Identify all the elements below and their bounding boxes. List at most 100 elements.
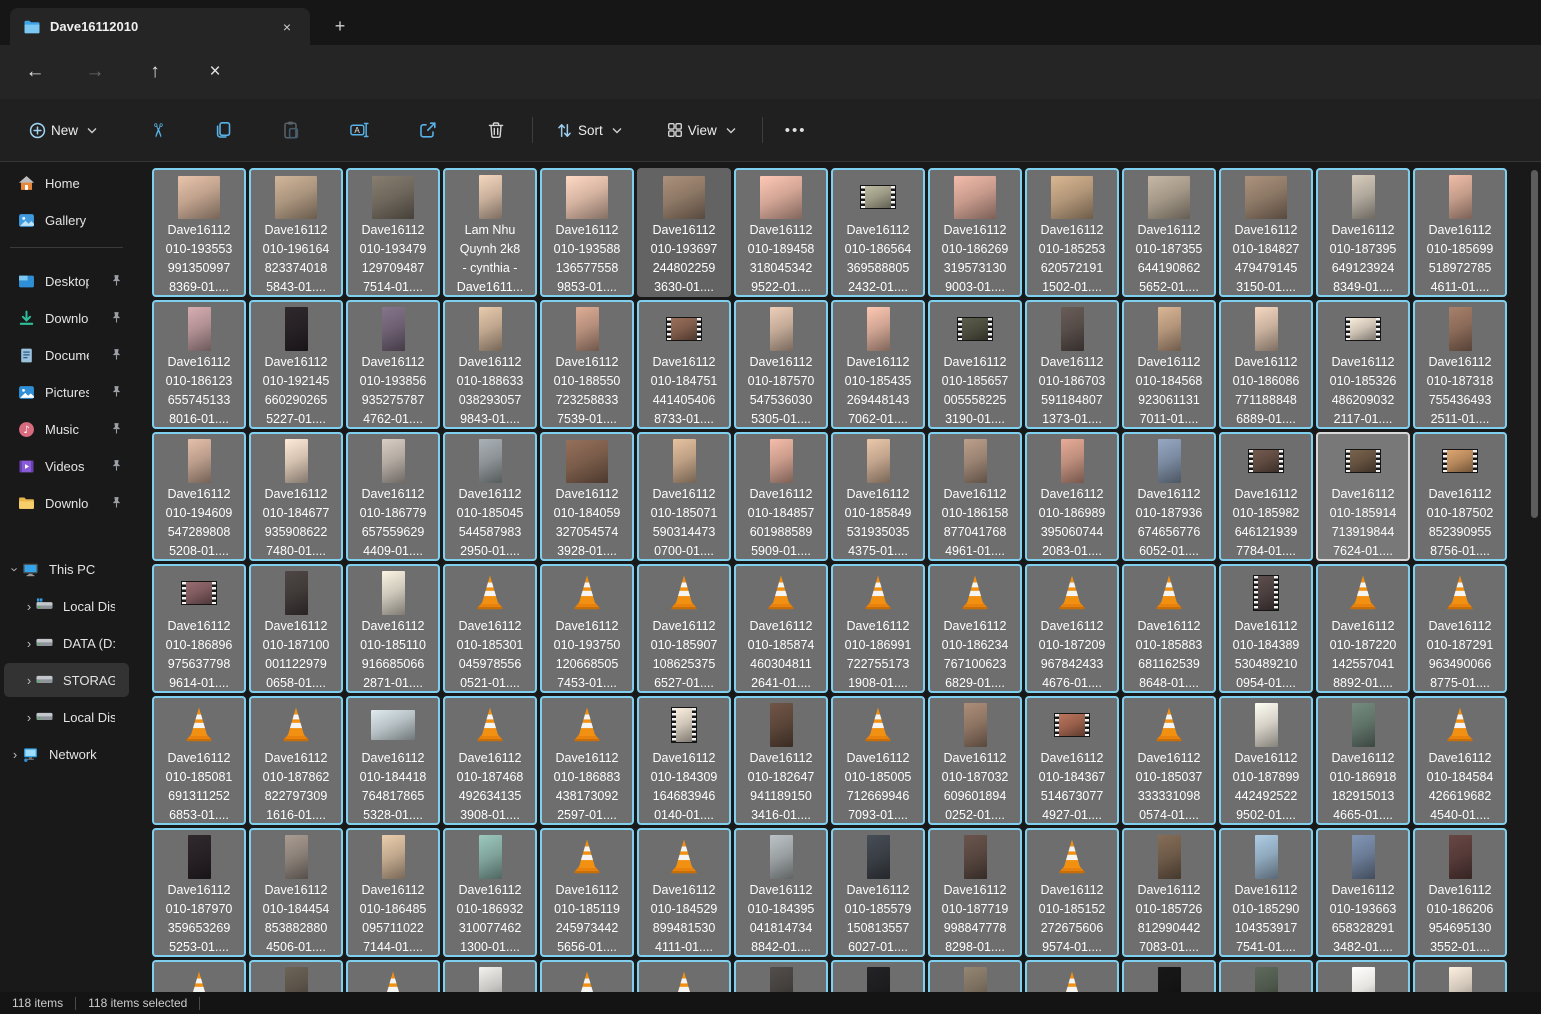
file-tile[interactable]: Dave16112 010-186234 767100623 6829-01.... xyxy=(928,564,1022,693)
forward-button[interactable]: → xyxy=(78,56,112,88)
file-tile[interactable]: Dave16112 010-185005 712669946 7093-01.... xyxy=(831,696,925,825)
view-button[interactable]: View xyxy=(656,111,746,149)
delete-button[interactable] xyxy=(476,111,516,149)
file-tile[interactable]: Dave16112 010-193856 935275787 4762-01.... xyxy=(346,300,440,429)
file-tile[interactable]: Dave16112 010-196164 823374018 5843-01.... xyxy=(249,168,343,297)
file-tile[interactable]: Dave16112 010-187100 001122979 0658-01.... xyxy=(249,564,343,693)
file-tile[interactable]: Dave16112 010-186883 438173092 2597-01.... xyxy=(540,696,634,825)
file-tile[interactable]: Dave16112 010-186206 954695130 3552-01.... xyxy=(1413,828,1507,957)
file-tile[interactable]: Dave16112 010-193588 136577558 9853-01.... xyxy=(540,168,634,297)
copy-button[interactable] xyxy=(203,111,243,149)
file-tile[interactable]: Dave16112 010-184857 601988589 5909-01.... xyxy=(734,432,828,561)
sidebar-item-gallery[interactable]: Gallery xyxy=(4,203,129,237)
file-tile[interactable]: Dave16112 010-187570 547536030 5305-01.... xyxy=(734,300,828,429)
file-tile[interactable]: Dave16112 010-185326 486209032 2117-01.... xyxy=(1316,300,1410,429)
chevron-down-icon[interactable]: › xyxy=(8,562,23,576)
file-tile[interactable]: Dave16112 010-185726 812990442 7083-01.... xyxy=(1122,828,1216,957)
file-tile[interactable]: Dave16112 010-184454 853882880 4506-01.... xyxy=(249,828,343,957)
file-tile[interactable]: Dave16112 010-193697 244802259 3630-01.... xyxy=(637,168,731,297)
sidebar-item-data-d-[interactable]: › DATA (D:) xyxy=(4,626,129,660)
file-tile[interactable]: Dave16112 010-185579 150813557 6027-01.... xyxy=(831,828,925,957)
file-tile[interactable]: Dave16112 010-184367 514673077 4927-01.... xyxy=(1025,696,1119,825)
file-tile[interactable]: Dave16112 010-193663 658328291 3482-01.... xyxy=(1316,828,1410,957)
new-tab-button[interactable]: + xyxy=(326,12,354,40)
file-tile[interactable]: Dave16112 010-184751 441405406 8733-01.... xyxy=(637,300,731,429)
file-tile[interactable]: Dave16112 010-186918 182915013 4665-01.... xyxy=(1316,696,1410,825)
sidebar-item-videos[interactable]: Videos xyxy=(4,449,129,483)
file-tile[interactable]: Dave16112 010-193553 991350997 8369-01.... xyxy=(152,168,246,297)
file-tile[interactable]: Dave16112 010-186485 095711022 7144-01.... xyxy=(346,828,440,957)
sidebar-item-storage-e-[interactable]: › STORAGE (E:) xyxy=(4,663,129,697)
file-tile[interactable]: Dave16112 010-187936 674656776 6052-01.... xyxy=(1122,432,1216,561)
file-tile[interactable]: Dave16112 010-194609 547289808 5208-01.... xyxy=(152,432,246,561)
file-tile[interactable]: Dave16112 010-185435 269448143 7062-01.... xyxy=(831,300,925,429)
file-tile[interactable]: Dave16112 010-186123 655745133 8016-01.... xyxy=(152,300,246,429)
sidebar-item-home[interactable]: Home xyxy=(4,166,129,200)
file-tile[interactable]: Dave16112 010-187468 492634135 3908-01.... xyxy=(443,696,537,825)
file-tile[interactable]: Dave16112 010-186269 319573130 9003-01.... xyxy=(928,168,1022,297)
file-tile[interactable]: Dave16112 010-186989 395060744 2083-01.... xyxy=(1025,432,1119,561)
file-tile[interactable]: Dave16112 010-185037 333331098 0574-01.... xyxy=(1122,696,1216,825)
cut-button[interactable]: ✂ xyxy=(139,111,175,149)
file-tile[interactable]: Dave16112 010-186991 722755173 1908-01.... xyxy=(831,564,925,693)
new-button[interactable]: New xyxy=(18,111,107,149)
file-tile[interactable]: Dave16112 010-187355 644190862 5652-01.... xyxy=(1122,168,1216,297)
file-tile[interactable]: Dave16112 010-193479 129709487 7514-01.... xyxy=(346,168,440,297)
sidebar-item-local-disk-c-[interactable]: › Local Disk (C:) xyxy=(4,589,129,623)
file-tile[interactable]: Dave16112 010-186932 310077462 1300-01.... xyxy=(443,828,537,957)
file-tile[interactable]: Dave16112 010-185874 460304811 2641-01.... xyxy=(734,564,828,693)
file-tile[interactable]: Dave16112 010-184418 764817865 5328-01.... xyxy=(346,696,440,825)
file-tile[interactable]: Dave16112 010-184529 899481530 4111-01.... xyxy=(637,828,731,957)
file-tile[interactable]: Dave16112 010-185699 518972785 4611-01.... xyxy=(1413,168,1507,297)
file-tile[interactable]: Dave16112 010-188633 038293057 9843-01.... xyxy=(443,300,537,429)
chevron-right-icon[interactable]: › xyxy=(22,673,36,688)
file-tile[interactable]: Dave16112 010-182647 941189150 3416-01.... xyxy=(734,696,828,825)
file-tile[interactable]: Dave16112 010-185914 713919844 7624-01.... xyxy=(1316,432,1410,561)
file-tile[interactable]: Dave16112 010-187395 649123924 8349-01.... xyxy=(1316,168,1410,297)
file-tile[interactable]: Dave16112 010-184584 426619682 4540-01.... xyxy=(1413,696,1507,825)
file-tile[interactable]: Dave16112 010-187899 442492522 9502-01.... xyxy=(1219,696,1313,825)
file-tile[interactable]: Dave16112 010-185849 531935035 4375-01.... xyxy=(831,432,925,561)
sidebar-item-downloads[interactable]: Downloads xyxy=(4,486,129,520)
chevron-right-icon[interactable]: › xyxy=(8,747,22,762)
file-tile[interactable]: Lam Nhu Quynh 2k8- cynthia - Dave1611... xyxy=(443,168,537,297)
vertical-scrollbar[interactable] xyxy=(1531,170,1538,518)
file-tile[interactable]: Dave16112 010-187032 609601894 0252-01.... xyxy=(928,696,1022,825)
explorer-tab[interactable]: Dave16112010 × xyxy=(10,8,310,45)
paste-button[interactable] xyxy=(271,111,311,149)
file-tile[interactable]: Dave16112 010-185290 104353917 7541-01.... xyxy=(1219,828,1313,957)
file-tile[interactable]: Dave16112 010-185301 045978556 0521-01.... xyxy=(443,564,537,693)
sort-button[interactable]: Sort xyxy=(545,111,632,149)
sidebar-item-music[interactable]: ♪ Music xyxy=(4,412,129,446)
file-tile[interactable]: Dave16112 010-187502 852390955 8756-01.... xyxy=(1413,432,1507,561)
file-tile[interactable]: Dave16112 010-185110 916685066 2871-01.... xyxy=(346,564,440,693)
file-tile[interactable]: Dave16112 010-186896 975637798 9614-01.... xyxy=(152,564,246,693)
file-tile[interactable]: Dave16112 010-188550 723258833 7539-01.... xyxy=(540,300,634,429)
sidebar-item-network[interactable]: › Network xyxy=(4,737,129,771)
file-tile[interactable]: Dave16112 010-185119 245973442 5656-01.... xyxy=(540,828,634,957)
file-tile[interactable]: Dave16112 010-185883 681162539 8648-01.... xyxy=(1122,564,1216,693)
file-tile[interactable]: Dave16112 010-187318 755436493 2511-01.... xyxy=(1413,300,1507,429)
file-tile[interactable]: Dave16112 010-184677 935908622 7480-01.... xyxy=(249,432,343,561)
chevron-right-icon[interactable]: › xyxy=(22,710,36,725)
file-tile[interactable]: Dave16112 010-187209 967842433 4676-01.... xyxy=(1025,564,1119,693)
sidebar-item-documents[interactable]: Documents xyxy=(4,338,129,372)
file-tile[interactable]: Dave16112 010-185982 646121939 7784-01.... xyxy=(1219,432,1313,561)
sidebar-item-downloads[interactable]: Downloads xyxy=(4,301,129,335)
file-tile[interactable]: Dave16112 010-193750 120668505 7453-01.... xyxy=(540,564,634,693)
share-button[interactable] xyxy=(408,111,448,149)
file-tile[interactable]: Dave16112 010-187719 998847778 8298-01.... xyxy=(928,828,1022,957)
file-tile[interactable]: Dave16112 010-186779 657559629 4409-01.... xyxy=(346,432,440,561)
file-tile[interactable]: Dave16112 010-184827 479479145 3150-01.... xyxy=(1219,168,1313,297)
file-tile[interactable]: Dave16112 010-186564 369588805 2432-01.... xyxy=(831,168,925,297)
stop-button[interactable]: × xyxy=(198,56,232,88)
file-tile[interactable]: Dave16112 010-187291 963490066 8775-01.... xyxy=(1413,564,1507,693)
up-button[interactable]: ↑ xyxy=(138,56,172,88)
file-tile[interactable]: Dave16112 010-185045 544587983 2950-01.... xyxy=(443,432,537,561)
file-tile[interactable]: Dave16112 010-184395 041814734 8842-01.... xyxy=(734,828,828,957)
file-tile[interactable]: Dave16112 010-186158 877041768 4961-01.... xyxy=(928,432,1022,561)
back-button[interactable]: ← xyxy=(18,56,52,88)
file-tile[interactable]: Dave16112 010-184309 164683946 0140-01.... xyxy=(637,696,731,825)
file-tile[interactable]: Dave16112 010-184568 923061131 7011-01.... xyxy=(1122,300,1216,429)
file-tile[interactable]: Dave16112 010-185907 108625375 6527-01.... xyxy=(637,564,731,693)
